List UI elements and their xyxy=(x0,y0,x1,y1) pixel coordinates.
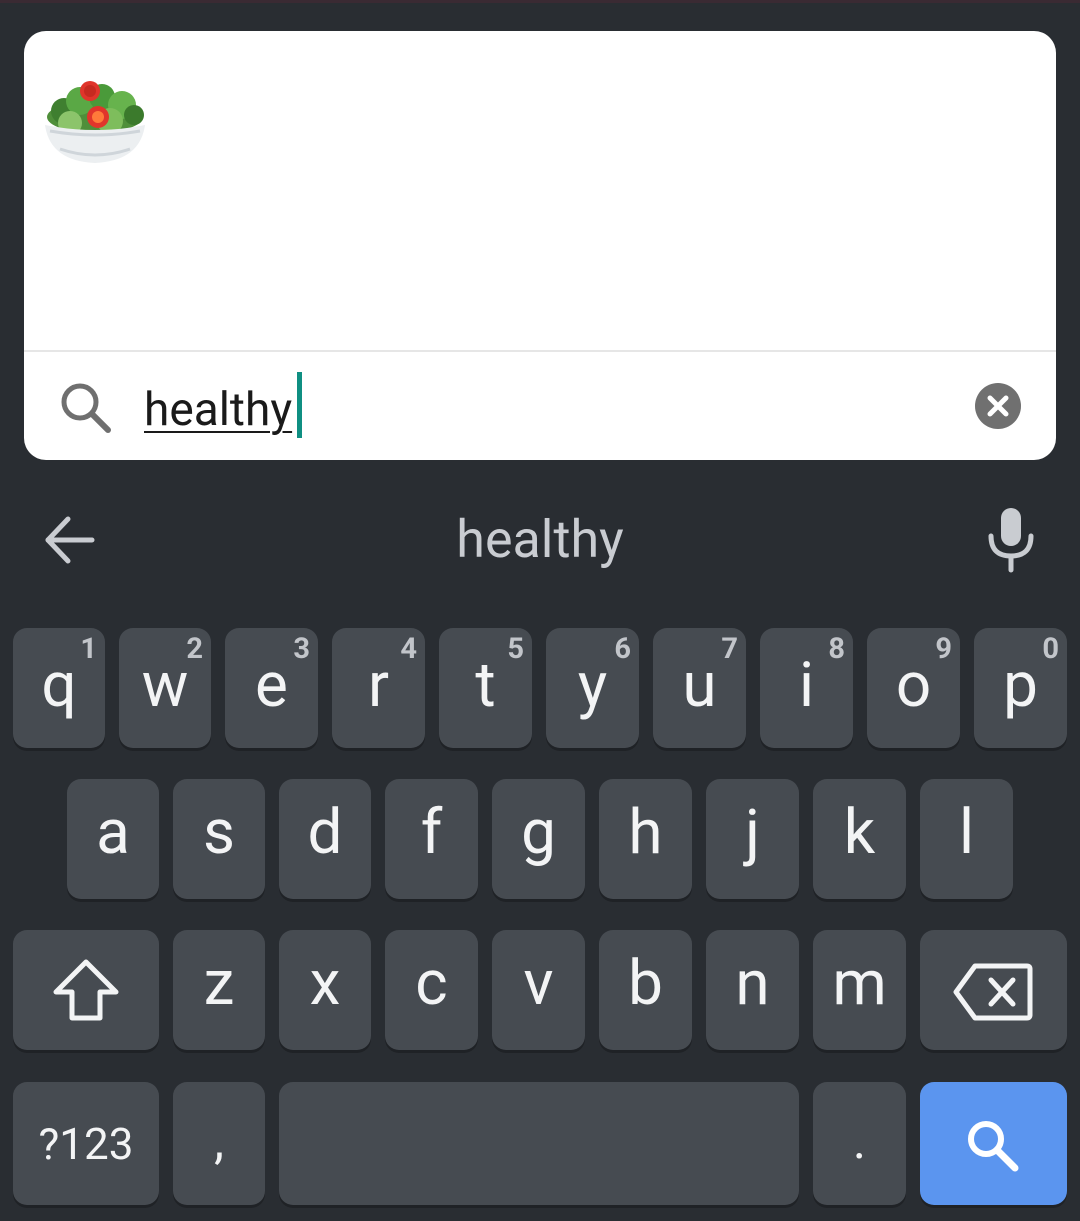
green-salad-emoji xyxy=(45,81,145,163)
emoji-search-panel: healthy xyxy=(24,31,1056,460)
key-d[interactable]: d xyxy=(279,779,371,899)
key-x[interactable]: x xyxy=(279,930,371,1050)
space-key[interactable] xyxy=(279,1082,799,1205)
key-z[interactable]: z xyxy=(173,930,265,1050)
key-h[interactable]: h xyxy=(599,779,692,899)
shift-key[interactable] xyxy=(13,930,159,1050)
search-icon xyxy=(56,378,116,438)
salad-emoji-result[interactable] xyxy=(40,77,150,167)
period-key[interactable]: . xyxy=(813,1082,906,1205)
backspace-key[interactable] xyxy=(920,930,1067,1050)
search-action-key[interactable] xyxy=(920,1082,1067,1205)
key-n[interactable]: n xyxy=(706,930,799,1050)
key-m[interactable]: m xyxy=(813,930,906,1050)
key-v[interactable]: v xyxy=(492,930,585,1050)
key-a[interactable]: a xyxy=(67,779,159,899)
close-icon xyxy=(987,395,1009,417)
arrow-left-icon[interactable] xyxy=(40,511,98,569)
key-g[interactable]: g xyxy=(492,779,585,899)
key-c[interactable]: c xyxy=(385,930,478,1050)
symbols-key[interactable]: ?123 xyxy=(13,1082,159,1205)
key-j[interactable]: j xyxy=(706,779,799,899)
search-icon xyxy=(968,1121,1019,1172)
emoji-search-bar: healthy xyxy=(24,352,1056,460)
key-e[interactable]: 3e xyxy=(225,628,318,748)
microphone-icon[interactable] xyxy=(982,506,1040,574)
comma-key[interactable]: , xyxy=(173,1082,265,1205)
suggestion-word[interactable]: healthy xyxy=(390,508,690,572)
key-q[interactable]: 1q xyxy=(13,628,105,748)
suggestion-strip: healthy xyxy=(0,478,1080,600)
key-r[interactable]: 4r xyxy=(332,628,425,748)
key-i[interactable]: 8i xyxy=(760,628,853,748)
emoji-results-area xyxy=(24,31,1056,350)
key-s[interactable]: s xyxy=(173,779,265,899)
key-k[interactable]: k xyxy=(813,779,906,899)
key-o[interactable]: 9o xyxy=(867,628,960,748)
key-t[interactable]: 5t xyxy=(439,628,532,748)
clear-search-button[interactable] xyxy=(975,383,1021,429)
status-edge xyxy=(0,0,1080,3)
key-u[interactable]: 7u xyxy=(653,628,746,748)
backspace-icon xyxy=(953,963,1033,1021)
key-f[interactable]: f xyxy=(385,779,478,899)
text-cursor xyxy=(297,372,302,438)
key-p[interactable]: 0p xyxy=(974,628,1067,748)
key-l[interactable]: l xyxy=(920,779,1013,899)
shift-icon xyxy=(53,959,119,1021)
search-input[interactable]: healthy xyxy=(144,380,292,440)
key-b[interactable]: b xyxy=(599,930,692,1050)
key-w[interactable]: 2w xyxy=(119,628,211,748)
key-y[interactable]: 6y xyxy=(546,628,639,748)
